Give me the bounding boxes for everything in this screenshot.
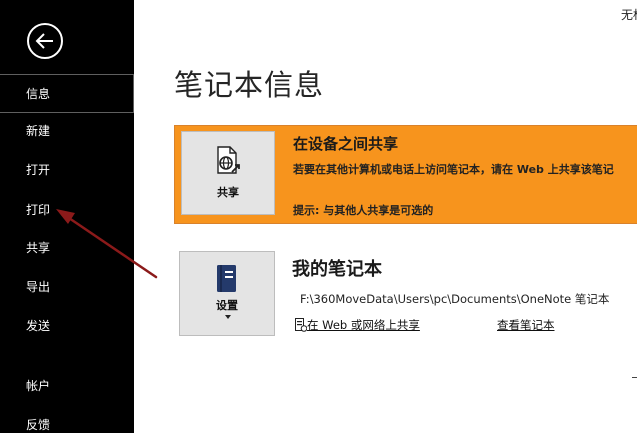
divider (632, 377, 637, 378)
sidebar-item-feedback[interactable]: 反馈 (0, 406, 134, 433)
sidebar-item-export[interactable]: 导出 (0, 268, 134, 307)
sidebar-item-share[interactable]: 共享 (0, 229, 134, 268)
window-title: 无标 (621, 8, 637, 22)
web-share-icon (295, 318, 307, 332)
settings-button[interactable]: 设置 (179, 251, 275, 336)
sidebar-item-print[interactable]: 打印 (0, 191, 134, 230)
share-globe-icon (217, 146, 240, 174)
sidebar-item-open[interactable]: 打开 (0, 151, 134, 190)
settings-button-label: 设置 (216, 299, 238, 312)
sidebar-item-account[interactable]: 帐户 (0, 367, 134, 406)
share-description: 若要在其他计算机或电话上访问笔记本，请在 Web 上共享该笔记 (293, 163, 614, 176)
sidebar-item-send[interactable]: 发送 (0, 307, 134, 346)
share-heading: 在设备之间共享 (293, 135, 399, 153)
share-tip: 提示: 与其他人共享是可选的 (293, 204, 434, 217)
page-title: 笔记本信息 (174, 68, 325, 102)
share-button-label: 共享 (217, 186, 239, 199)
web-share-link[interactable]: 在 Web 或网络上共享 (307, 317, 420, 333)
back-arrow-icon (35, 33, 53, 49)
back-button[interactable] (27, 23, 63, 59)
sidebar-item-info[interactable]: 信息 (0, 74, 134, 113)
backstage-sidebar: 信息 新建 打开 打印 共享 导出 发送 帐户 反馈 (0, 0, 134, 433)
view-notebook-link[interactable]: 查看笔记本 (497, 317, 555, 333)
sidebar-item-new[interactable]: 新建 (0, 112, 134, 151)
notebook-path: F:\360MoveData\Users\pc\Documents\OneNot… (300, 292, 610, 306)
share-section: 共享 在设备之间共享 若要在其他计算机或电话上访问笔记本，请在 Web 上共享该… (174, 125, 637, 224)
notebook-heading: 我的笔记本 (292, 259, 382, 280)
share-button[interactable]: 共享 (181, 131, 275, 215)
chevron-down-icon (225, 315, 231, 319)
notebook-icon (217, 265, 236, 292)
